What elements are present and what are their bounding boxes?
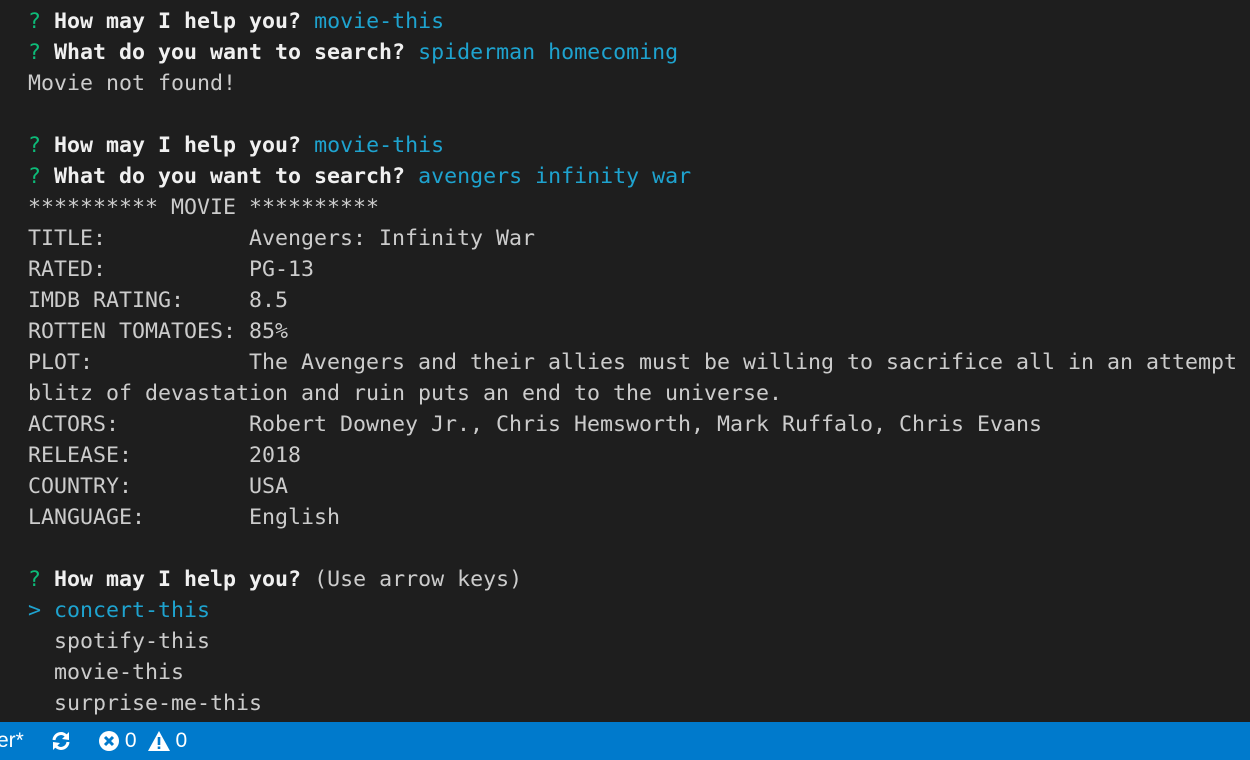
prompt-symbol: ? [28, 9, 42, 34]
search-question: What do you want to search? [54, 164, 406, 189]
movie-field: TITLE: Avengers: Infinity War [28, 223, 1250, 254]
field-label: RELEASE: [28, 443, 133, 468]
answer: spiderman homecoming [418, 40, 679, 65]
field-value: The Avengers and their allies must be wi… [249, 350, 1238, 375]
field-value: English [249, 505, 341, 530]
answer: movie-this [314, 9, 445, 34]
prompt-symbol: ? [28, 133, 42, 158]
movie-field: RELEASE: 2018 [28, 440, 1250, 471]
menu-option-label: surprise-me-this [54, 691, 263, 716]
warning-group: 0 [147, 729, 188, 753]
field-label: ROTTEN TOMATOES: [28, 319, 237, 344]
warning-icon [147, 731, 170, 751]
terminal-line: ? How may I help you? movie-this [28, 130, 1250, 161]
field-label: LANGUAGE: [28, 505, 146, 530]
field-value: 8.5 [249, 288, 289, 313]
terminal-line: ? What do you want to search? spiderman … [28, 37, 1250, 68]
field-label: PLOT: [28, 350, 94, 375]
menu-option-selected[interactable]: > concert-this [28, 595, 1250, 626]
field-value: Robert Downey Jr., Chris Hemsworth, Mark… [249, 412, 1043, 437]
movie-field: ROTTEN TOMATOES: 85% [28, 316, 1250, 347]
answer: avengers infinity war [418, 164, 692, 189]
menu-option-label: spotify-this [54, 629, 211, 654]
hint: (Use arrow keys) [314, 567, 523, 592]
movie-field: ACTORS: Robert Downey Jr., Chris Hemswort… [28, 409, 1250, 440]
menu-option-label: movie-this [54, 660, 185, 685]
field-label: COUNTRY: [28, 474, 133, 499]
terminal-line: ? What do you want to search? avengers i… [28, 161, 1250, 192]
error-icon [98, 730, 120, 752]
movie-field: PLOT: The Avengers and their allies must … [28, 347, 1250, 378]
terminal-line: ? How may I help you? (Use arrow keys) [28, 564, 1250, 595]
menu-option[interactable]: spotify-this [28, 626, 1250, 657]
terminal-output: ? How may I help you? movie-this ? What … [28, 6, 1250, 719]
movie-field: LANGUAGE: English [28, 502, 1250, 533]
field-value: PG-13 [249, 257, 315, 282]
movie-field: COUNTRY: USA [28, 471, 1250, 502]
movie-field-continued: blitz of devastation and ruin puts an en… [28, 381, 783, 406]
menu-option[interactable]: movie-this [28, 657, 1250, 688]
problems-indicator[interactable]: 0 0 [98, 729, 187, 753]
status-bar: er* 0 0 [0, 722, 1250, 760]
prompt-symbol: ? [28, 164, 42, 189]
select-pointer-icon: > [28, 598, 42, 623]
sync-icon[interactable] [50, 730, 72, 752]
menu-option-label: concert-this [54, 598, 211, 623]
field-value: 85% [249, 319, 289, 344]
help-question: How may I help you? [54, 567, 302, 592]
error-count: 0 [124, 729, 137, 752]
help-question: How may I help you? [54, 133, 302, 158]
prompt-symbol: ? [28, 40, 42, 65]
movie-field: RATED: PG-13 [28, 254, 1250, 285]
field-label: IMDB RATING: [28, 288, 185, 313]
prompt-symbol: ? [28, 567, 42, 592]
movie-field: IMDB RATING: 8.5 [28, 285, 1250, 316]
menu-option[interactable]: surprise-me-this [28, 688, 1250, 719]
answer: movie-this [314, 133, 445, 158]
search-question: What do you want to search? [54, 40, 406, 65]
field-label: RATED: [28, 257, 107, 282]
field-label: ACTORS: [28, 412, 120, 437]
field-value: 2018 [249, 443, 302, 468]
terminal-line: ? How may I help you? movie-this [28, 6, 1250, 37]
field-value: USA [249, 474, 289, 499]
branch-indicator[interactable]: er* [0, 729, 24, 753]
terminal-line: Movie not found! [28, 71, 237, 96]
warning-count: 0 [175, 729, 188, 752]
field-label: TITLE: [28, 226, 107, 251]
movie-header: ********** MOVIE ********** [28, 195, 380, 220]
field-value: Avengers: Infinity War [249, 226, 536, 251]
help-question: How may I help you? [54, 9, 302, 34]
